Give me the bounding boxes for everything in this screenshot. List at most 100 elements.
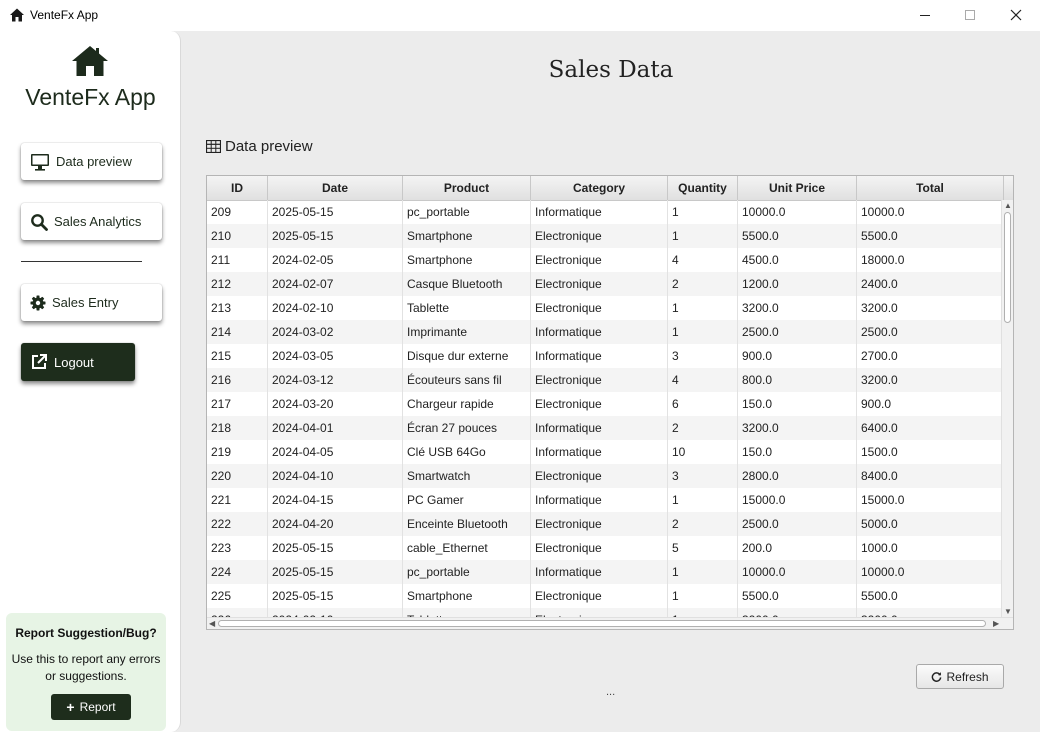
nav-sales-entry-button[interactable]: Sales Entry bbox=[21, 284, 162, 321]
table-cell: Smartphone bbox=[403, 584, 531, 608]
nav-sales-analytics-button[interactable]: Sales Analytics bbox=[21, 203, 162, 240]
logout-button[interactable]: Logout bbox=[21, 343, 135, 381]
table-row[interactable]: 215 2024-03-05 Disque dur externe Informati… bbox=[207, 344, 1001, 368]
vertical-scrollbar[interactable]: ▲ ▼ bbox=[1001, 200, 1013, 617]
table-cell: Écouteurs sans fil bbox=[403, 368, 531, 392]
table-cell: 226 bbox=[207, 608, 268, 617]
table-cell: Smartphone bbox=[403, 224, 531, 248]
external-link-icon bbox=[32, 354, 47, 369]
column-header[interactable]: Quantity bbox=[668, 176, 738, 200]
table-row[interactable]: 225 2025-05-15 Smartphone Electronique 1 5500… bbox=[207, 584, 1001, 608]
table-cell: Electronique bbox=[531, 464, 668, 488]
table-row[interactable]: 222 2024-04-20 Enceinte Bluetooth Electroni… bbox=[207, 512, 1001, 536]
table-cell: 214 bbox=[207, 320, 268, 344]
report-button[interactable]: + Report bbox=[51, 694, 131, 720]
horizontal-scroll-thumb[interactable] bbox=[218, 620, 986, 627]
table-row[interactable]: 212 2024-02-07 Casque Bluetooth Electroniqu… bbox=[207, 272, 1001, 296]
table-cell: 2025-05-15 bbox=[268, 200, 403, 224]
plus-icon: + bbox=[66, 699, 75, 715]
column-header[interactable]: ID bbox=[207, 176, 268, 200]
column-header[interactable]: Product bbox=[403, 176, 531, 200]
table-cell: 222 bbox=[207, 512, 268, 536]
table-row[interactable]: 217 2024-03-20 Chargeur rapide Electronique… bbox=[207, 392, 1001, 416]
table-row[interactable]: 223 2025-05-15 cable_Ethernet Electronique 5… bbox=[207, 536, 1001, 560]
table-cell: 219 bbox=[207, 440, 268, 464]
report-description: Use this to report any errors or suggest… bbox=[11, 652, 161, 683]
scroll-right-icon[interactable]: ▶ bbox=[993, 619, 999, 629]
table-cell: 2024-04-10 bbox=[268, 464, 403, 488]
table-cell: 211 bbox=[207, 248, 268, 272]
table-row[interactable]: 214 2024-03-02 Imprimante Informatique 1 2500… bbox=[207, 320, 1001, 344]
table-cell: 2024-04-01 bbox=[268, 416, 403, 440]
table-cell: 2025-05-15 bbox=[268, 584, 403, 608]
table-cell: 3200.0 bbox=[738, 608, 857, 617]
home-icon bbox=[72, 46, 108, 76]
table-cell: 2024-04-15 bbox=[268, 488, 403, 512]
window-title: VenteFx App bbox=[30, 8, 99, 22]
table-cell: 200.0 bbox=[738, 536, 857, 560]
column-header[interactable]: Total bbox=[857, 176, 1004, 200]
sidebar-divider bbox=[21, 261, 142, 262]
search-icon bbox=[31, 213, 48, 231]
table-cell: Electronique bbox=[531, 224, 668, 248]
table-cell: Informatique bbox=[531, 344, 668, 368]
maximize-button[interactable] bbox=[947, 0, 993, 30]
table-cell: 4500.0 bbox=[738, 248, 857, 272]
table-row[interactable]: 218 2024-04-01 Écran 27 pouces Informatique… bbox=[207, 416, 1001, 440]
column-header[interactable]: Unit Price bbox=[738, 176, 857, 200]
horizontal-scrollbar[interactable]: ◀ ▶ bbox=[207, 617, 1013, 629]
table-cell: Electronique bbox=[531, 272, 668, 296]
scroll-down-icon[interactable]: ▼ bbox=[1004, 607, 1012, 617]
table-cell: 800.0 bbox=[738, 368, 857, 392]
table-cell: 6400.0 bbox=[857, 416, 1001, 440]
table-cell: 215 bbox=[207, 344, 268, 368]
close-icon bbox=[1010, 9, 1022, 21]
table-row[interactable]: 2262024-02-10TabletteElectronique13200.0… bbox=[207, 608, 1001, 617]
section-title-label: Data preview bbox=[225, 138, 313, 155]
table-row[interactable]: 219 2024-04-05 Clé USB 64Go Informatique 10 1… bbox=[207, 440, 1001, 464]
table-row[interactable]: 213 2024-02-10 Tablette Electronique 1 3200.0… bbox=[207, 296, 1001, 320]
table-row[interactable]: 216 2024-03-12 Écouteurs sans fil Electroni… bbox=[207, 368, 1001, 392]
table-row[interactable]: 224 2025-05-15 pc_portable Informatique 1 100… bbox=[207, 560, 1001, 584]
minimize-button[interactable] bbox=[902, 0, 948, 30]
nav-label: Sales Entry bbox=[52, 295, 119, 310]
table-cell: Electronique bbox=[531, 392, 668, 416]
scroll-up-icon[interactable]: ▲ bbox=[1004, 201, 1012, 211]
table-row[interactable]: 220 2024-04-10 Smartwatch Electronique 3 2800… bbox=[207, 464, 1001, 488]
report-button-label: Report bbox=[79, 700, 116, 714]
close-button[interactable] bbox=[993, 0, 1039, 30]
table-cell: 2024-03-05 bbox=[268, 344, 403, 368]
column-header[interactable]: Category bbox=[531, 176, 668, 200]
table-cell: Informatique bbox=[531, 488, 668, 512]
nav-data-preview-button[interactable]: Data preview bbox=[21, 143, 162, 180]
table-cell: Smartphone bbox=[403, 248, 531, 272]
table-cell: 15000.0 bbox=[857, 488, 1001, 512]
table-cell: Informatique bbox=[531, 320, 668, 344]
table-cell: 2025-05-15 bbox=[268, 224, 403, 248]
table-row[interactable]: 211 2024-02-05 Smartphone Electronique 4 4500… bbox=[207, 248, 1001, 272]
table-cell: 10000.0 bbox=[738, 200, 857, 224]
table-cell: 3 bbox=[668, 464, 738, 488]
report-card: Report Suggestion/Bug? Use this to repor… bbox=[6, 613, 166, 731]
table-cell: Disque dur externe bbox=[403, 344, 531, 368]
table-cell: 8400.0 bbox=[857, 464, 1001, 488]
table-cell: 1 bbox=[668, 320, 738, 344]
vertical-scroll-thumb[interactable] bbox=[1004, 212, 1011, 323]
refresh-button[interactable]: Refresh bbox=[916, 664, 1004, 689]
table-row[interactable]: 221 2024-04-15 PC Gamer Informatique 1 15000.… bbox=[207, 488, 1001, 512]
table-cell: 2024-04-20 bbox=[268, 512, 403, 536]
table-row[interactable]: 210 2025-05-15 Smartphone Electronique 1 5500… bbox=[207, 224, 1001, 248]
maximize-icon bbox=[965, 10, 975, 20]
table-cell: 3 bbox=[668, 344, 738, 368]
column-header[interactable]: Date bbox=[268, 176, 403, 200]
table-cell: Electronique bbox=[531, 608, 668, 617]
table-row[interactable]: 209 2025-05-15 pc_portable Informatique 1 100… bbox=[207, 200, 1001, 224]
table-cell: 2500.0 bbox=[857, 320, 1001, 344]
sales-table[interactable]: ID Date Product Category Quantity Unit Price T… bbox=[206, 175, 1014, 630]
table-cell: 217 bbox=[207, 392, 268, 416]
table-cell: 10 bbox=[668, 440, 738, 464]
monitor-icon bbox=[31, 153, 49, 171]
table-cell: 150.0 bbox=[738, 392, 857, 416]
table-cell: Electronique bbox=[531, 536, 668, 560]
scroll-left-icon[interactable]: ◀ bbox=[209, 619, 215, 629]
